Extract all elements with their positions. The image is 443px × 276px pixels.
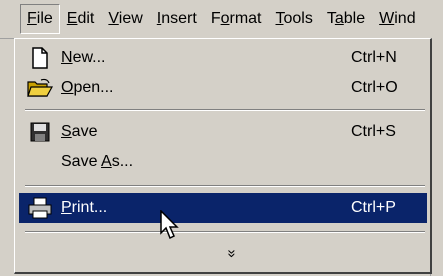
menu-item-shortcut: Ctrl+S: [351, 123, 396, 140]
menu-item-label: Save As...: [61, 153, 134, 170]
menu-bar: File Edit View Insert Format Tools Table…: [0, 0, 443, 39]
menu-item-save[interactable]: Save Ctrl+S: [19, 117, 427, 147]
save-disk-icon: [25, 119, 55, 145]
menu-item-print[interactable]: Print... Ctrl+P: [19, 193, 427, 223]
printer-icon: [25, 195, 55, 221]
menu-item-label: Open...: [61, 79, 114, 96]
menu-item-shortcut: Ctrl+O: [351, 79, 398, 96]
menu-item-label: New...: [61, 49, 106, 66]
menu-file[interactable]: File: [20, 4, 60, 34]
menu-view[interactable]: View: [101, 5, 149, 33]
menu-item-label: Print...: [61, 199, 108, 216]
menu-insert[interactable]: Insert: [150, 5, 204, 33]
menu-item-new[interactable]: New... Ctrl+N: [19, 43, 427, 73]
menu-item-save-as[interactable]: Save As...: [19, 147, 427, 177]
menu-tools[interactable]: Tools: [269, 5, 320, 33]
menu-window[interactable]: Wind: [372, 5, 422, 33]
file-menu-dropdown: New... Ctrl+N Open... Ctrl+O Save Ctrl+S…: [14, 38, 432, 274]
open-folder-icon: [25, 75, 55, 101]
menu-separator: [25, 231, 425, 233]
menu-separator: [25, 185, 425, 187]
menu-item-shortcut: Ctrl+N: [351, 49, 397, 66]
expand-menu-chevron-icon[interactable]: »: [224, 241, 241, 265]
menu-item-label: Save: [61, 123, 98, 140]
menu-table[interactable]: Table: [320, 5, 372, 33]
new-document-icon: [25, 45, 55, 71]
menu-edit[interactable]: Edit: [60, 5, 102, 33]
menu-item-open[interactable]: Open... Ctrl+O: [19, 73, 427, 103]
menu-item-shortcut: Ctrl+P: [351, 199, 396, 216]
menu-separator: [25, 109, 425, 111]
mouse-pointer-icon: [160, 210, 179, 240]
menu-format[interactable]: Format: [204, 5, 269, 33]
window-left-edge: [0, 0, 15, 276]
